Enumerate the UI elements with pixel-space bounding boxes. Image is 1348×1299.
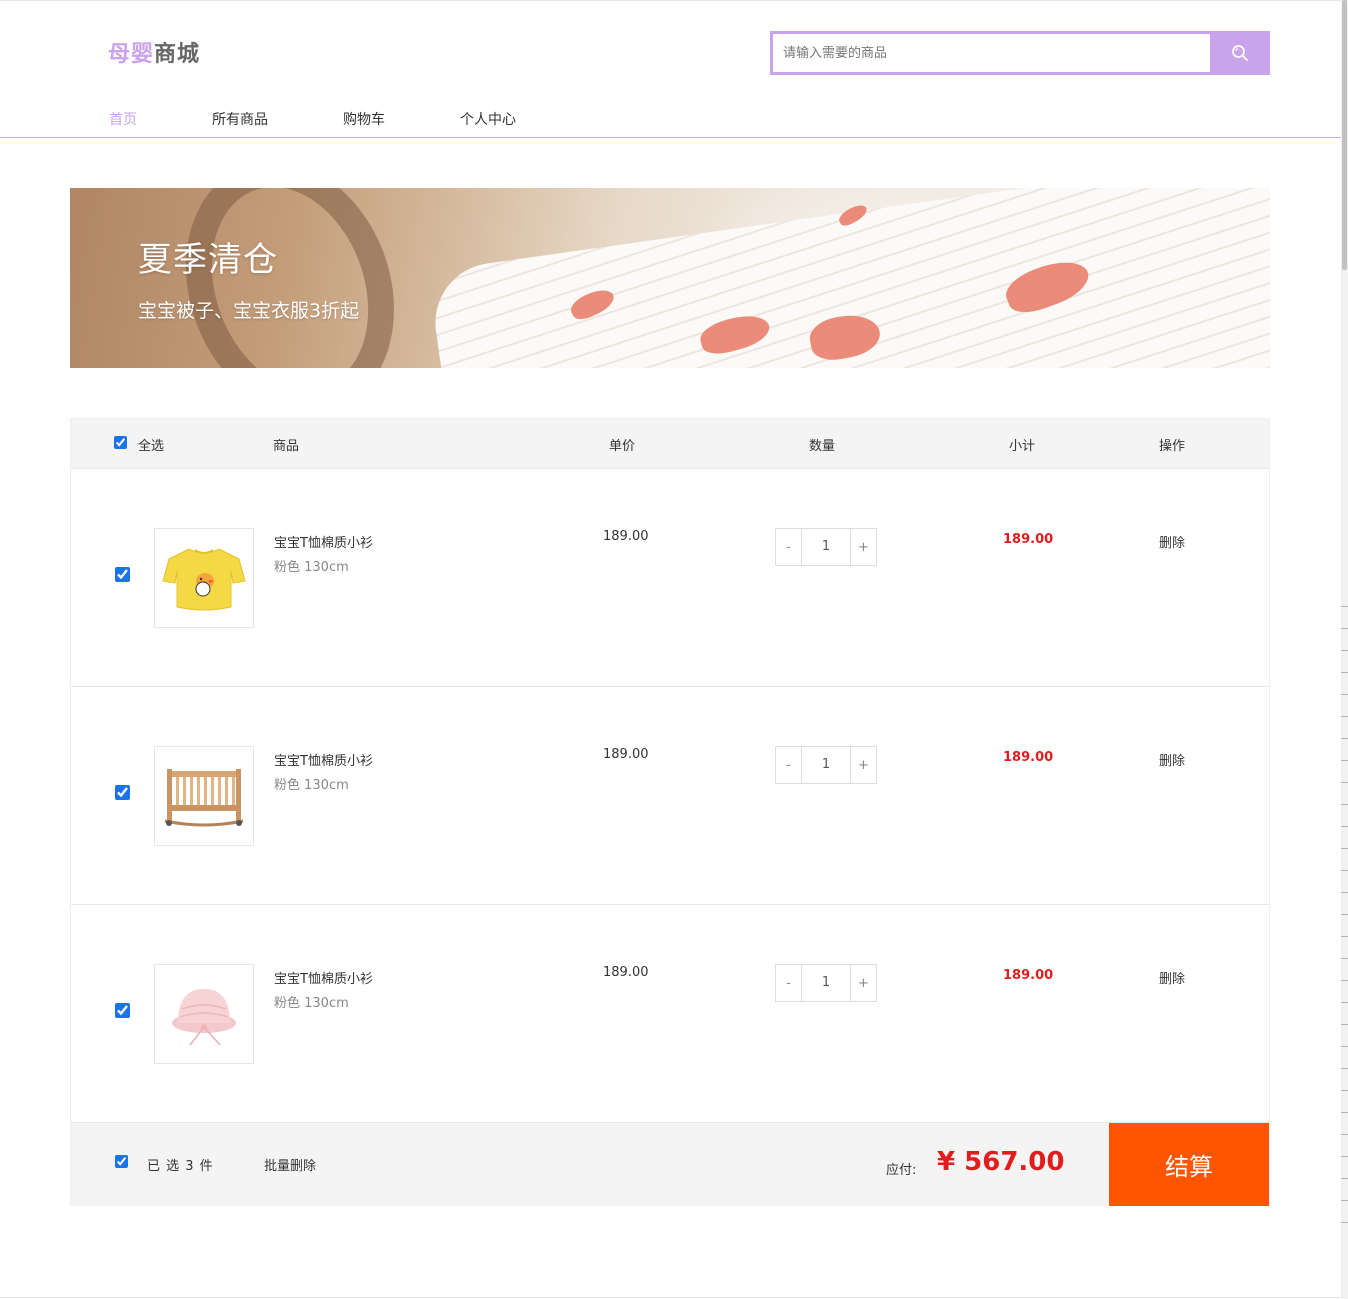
footer-select-all-checkbox[interactable]: [115, 1155, 128, 1168]
main-nav: 首页 所有商品 购物车 个人中心: [0, 100, 1341, 138]
product-thumbnail[interactable]: [154, 746, 254, 846]
delete-item-button[interactable]: 删除: [1159, 750, 1185, 769]
quantity-stepper: - 1 +: [775, 964, 877, 1002]
logo-mark: 母婴: [108, 42, 155, 67]
item-subtotal: 189.00: [1003, 968, 1054, 983]
cart-row: 宝宝T恤棉质小衫 粉色 130cm 189.00 - 1 + 189.00 删除: [71, 905, 1269, 1123]
cart-row: 宝宝T恤棉质小衫 粉色 130cm 189.00 - 1 + 189.00 删除: [71, 469, 1269, 687]
scrollbar-track-marks: [1341, 586, 1348, 1236]
item-checkbox[interactable]: [115, 567, 130, 582]
increase-quantity-button[interactable]: +: [850, 529, 876, 565]
amount-due-label: 应付:: [886, 1163, 917, 1178]
selected-count: 已 选 3 件: [147, 1159, 214, 1174]
increase-quantity-button[interactable]: +: [850, 747, 876, 783]
product-spec: 粉色 130cm: [274, 996, 349, 1011]
quantity-stepper: - 1 +: [775, 746, 877, 784]
banner-title: 夏季清仓: [138, 240, 278, 280]
decrease-quantity-button[interactable]: -: [776, 965, 802, 1001]
product-name[interactable]: 宝宝T恤棉质小衫: [274, 750, 373, 769]
item-subtotal: 189.00: [1003, 532, 1054, 547]
quantity-value[interactable]: 1: [802, 529, 850, 565]
column-product: 商品: [273, 439, 300, 454]
search-icon: [1232, 45, 1248, 61]
column-subtotal: 小计: [1009, 439, 1036, 454]
pink-hat-image: [172, 989, 236, 1046]
decrease-quantity-button[interactable]: -: [776, 529, 802, 565]
quantity-value[interactable]: 1: [802, 965, 850, 1001]
nav-user-center[interactable]: 个人中心: [460, 109, 516, 129]
column-action: 操作: [1159, 439, 1186, 454]
nav-all-products[interactable]: 所有商品: [212, 109, 268, 129]
bottom-divider: [0, 1297, 1341, 1298]
nav-cart[interactable]: 购物车: [343, 109, 385, 129]
cart-table: 全选 商品 单价 数量 小计 操作 宝宝T恤棉质小衫 粉色 130cm 189.…: [70, 418, 1270, 1206]
product-name[interactable]: 宝宝T恤棉质小衫: [274, 532, 373, 551]
cart-header-row: 全选 商品 单价 数量 小计 操作: [71, 419, 1269, 469]
column-unit-price: 单价: [609, 439, 636, 454]
logo-text: 商城: [154, 42, 201, 67]
search-input[interactable]: [773, 34, 1210, 72]
item-checkbox[interactable]: [115, 1003, 130, 1018]
bulk-delete-button[interactable]: 批量删除: [264, 1155, 316, 1174]
product-spec: 粉色 130cm: [274, 560, 349, 575]
yellow-shirt-image: [162, 548, 246, 611]
unit-price: 189.00: [603, 529, 649, 544]
delete-item-button[interactable]: 删除: [1159, 532, 1185, 551]
promo-banner[interactable]: 夏季清仓 宝宝被子、宝宝衣服3折起: [70, 188, 1270, 368]
increase-quantity-button[interactable]: +: [850, 965, 876, 1001]
quantity-stepper: - 1 +: [775, 528, 877, 566]
site-logo[interactable]: 母婴 商城: [108, 36, 200, 68]
cart-row: 宝宝T恤棉质小衫 粉色 130cm 189.00 - 1 + 189.00 删除: [71, 687, 1269, 905]
select-all-checkbox[interactable]: [114, 436, 127, 449]
search-bar: [770, 31, 1270, 75]
top-divider: [0, 0, 1341, 1]
product-name[interactable]: 宝宝T恤棉质小衫: [274, 968, 373, 987]
quantity-value[interactable]: 1: [802, 747, 850, 783]
page: 母婴 商城 首页 所有商品 购物车 个人中心 夏季清仓 宝宝被子、宝宝衣服3折起: [0, 0, 1341, 1299]
decrease-quantity-button[interactable]: -: [776, 747, 802, 783]
total-amount: ¥ 567.00: [937, 1147, 1065, 1177]
product-thumbnail[interactable]: [154, 964, 254, 1064]
item-checkbox[interactable]: [115, 785, 130, 800]
scrollbar-thumb[interactable]: [1342, 0, 1347, 270]
checkout-button[interactable]: 结算: [1109, 1123, 1269, 1206]
cart-footer: 已 选 3 件 批量删除 应付: ¥ 567.00 结算: [71, 1123, 1269, 1206]
select-all-label[interactable]: 全选: [138, 435, 164, 454]
item-subtotal: 189.00: [1003, 750, 1054, 765]
delete-item-button[interactable]: 删除: [1159, 968, 1185, 987]
column-quantity: 数量: [809, 439, 836, 454]
banner-subtitle: 宝宝被子、宝宝衣服3折起: [138, 300, 360, 322]
product-thumbnail[interactable]: [154, 528, 254, 628]
search-button[interactable]: [1210, 31, 1270, 75]
product-spec: 粉色 130cm: [274, 778, 349, 793]
unit-price: 189.00: [603, 747, 649, 762]
wooden-crib-image: [164, 769, 244, 827]
nav-home[interactable]: 首页: [109, 109, 137, 129]
unit-price: 189.00: [603, 965, 649, 980]
